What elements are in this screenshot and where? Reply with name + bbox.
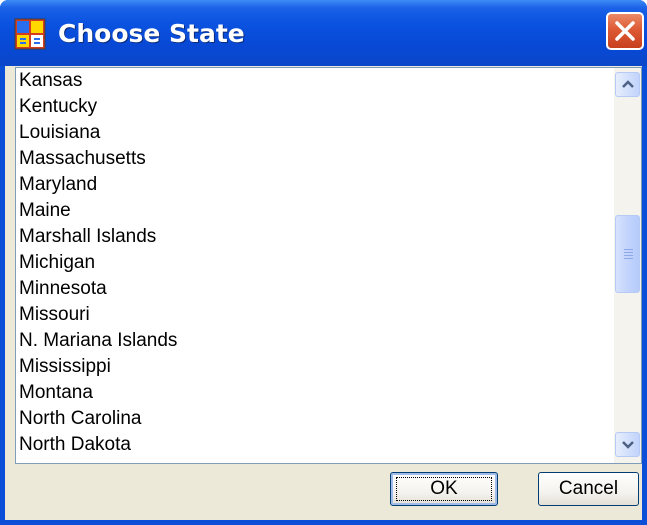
thumb-grip-line	[624, 258, 633, 259]
dialog-window: Choose State Kansas Kentucky Louisiana Mass…	[0, 0, 647, 525]
close-button[interactable]	[606, 12, 644, 50]
state-listbox[interactable]: Kansas Kentucky Louisiana Massachusetts Mary…	[15, 67, 642, 464]
dialog-client-area: Kansas Kentucky Louisiana Massachusetts Mary…	[5, 66, 642, 520]
list-item[interactable]: North Carolina	[16, 406, 614, 432]
thumb-grip-line	[624, 249, 633, 250]
vertical-scrollbar[interactable]	[614, 68, 641, 463]
list-item[interactable]: Kansas	[16, 68, 614, 94]
thumb-grip-line	[624, 252, 633, 253]
title-bar[interactable]: Choose State	[0, 0, 647, 66]
list-item[interactable]: Michigan	[16, 250, 614, 276]
list-item[interactable]: Maine	[16, 198, 614, 224]
list-item[interactable]: Marshall Islands	[16, 224, 614, 250]
list-item[interactable]: N. Mariana Islands	[16, 328, 614, 354]
scrollbar-thumb[interactable]	[615, 215, 640, 293]
ok-button[interactable]: OK	[390, 472, 498, 506]
state-list[interactable]: Kansas Kentucky Louisiana Massachusetts Mary…	[16, 68, 614, 463]
focus-rectangle	[396, 477, 492, 501]
list-item[interactable]: North Dakota	[16, 432, 614, 458]
scroll-up-button[interactable]	[615, 72, 640, 97]
app-window-icon	[14, 18, 46, 50]
list-item[interactable]: Massachusetts	[16, 146, 614, 172]
dialog-button-bar: OK Cancel	[5, 464, 642, 520]
thumb-grip-line	[624, 255, 633, 256]
list-item[interactable]: Kentucky	[16, 94, 614, 120]
list-item[interactable]: Maryland	[16, 172, 614, 198]
cancel-button[interactable]: Cancel	[538, 472, 639, 506]
list-item[interactable]: Missouri	[16, 302, 614, 328]
list-item[interactable]: Montana	[16, 380, 614, 406]
scroll-down-button[interactable]	[615, 432, 640, 457]
list-item[interactable]: Minnesota	[16, 276, 614, 302]
window-title: Choose State	[58, 19, 245, 48]
list-item[interactable]: Mississippi	[16, 354, 614, 380]
list-item[interactable]: Louisiana	[16, 120, 614, 146]
cancel-button-label: Cancel	[558, 478, 619, 499]
